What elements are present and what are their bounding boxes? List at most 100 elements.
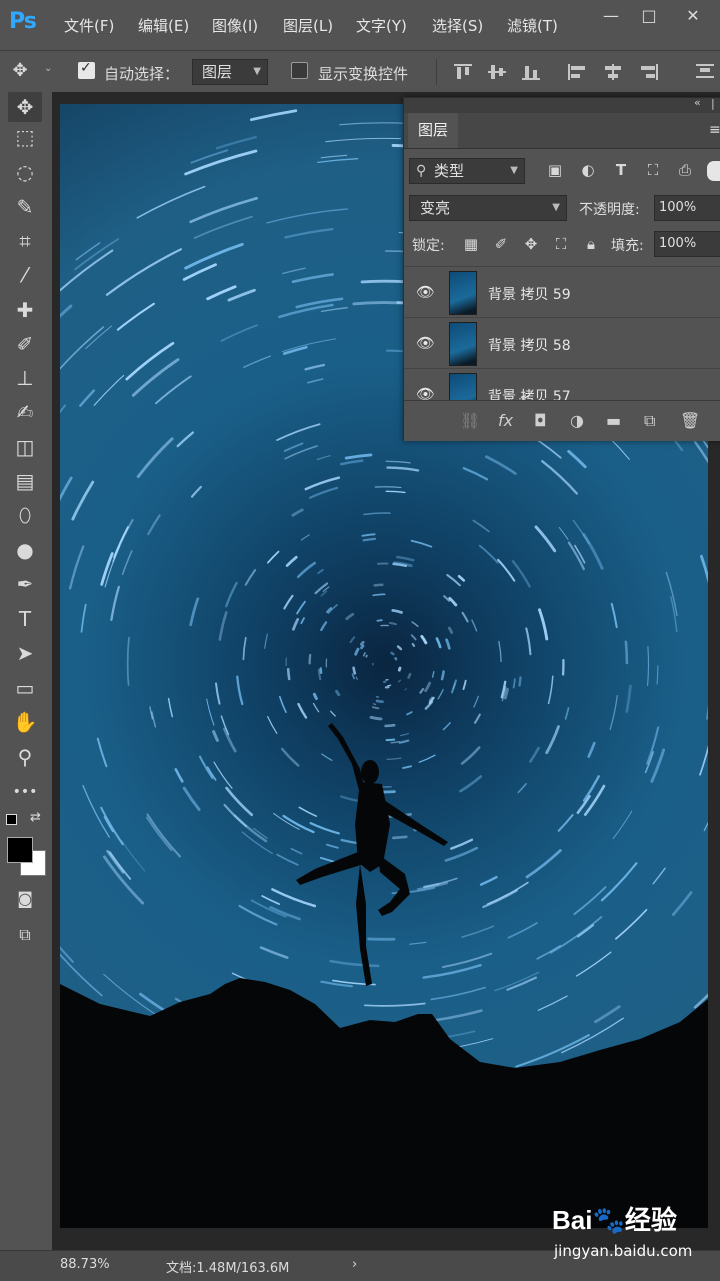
lock-transparent-icon[interactable]: ▦ bbox=[462, 236, 480, 252]
align-bottom-icon[interactable] bbox=[522, 64, 540, 80]
blend-mode-dropdown[interactable]: 变亮 ▼ bbox=[409, 195, 567, 221]
marquee-tool[interactable]: ⬚ bbox=[8, 122, 42, 152]
path-select-tool[interactable]: ➤ bbox=[8, 638, 42, 668]
watermark-url: jingyan.baidu.com bbox=[554, 1242, 692, 1260]
gradient-tool[interactable]: ▤ bbox=[8, 466, 42, 496]
filter-adjustment-icon[interactable]: ◐ bbox=[579, 162, 597, 178]
move-icon: ✥ bbox=[17, 95, 34, 119]
align-top-icon[interactable] bbox=[454, 64, 472, 80]
lock-all-icon[interactable]: 🔒︎ bbox=[582, 236, 600, 252]
menu-type[interactable]: 文字(Y) bbox=[356, 15, 407, 36]
auto-select-checkbox[interactable] bbox=[78, 62, 95, 79]
fill-input[interactable]: 100% bbox=[654, 231, 720, 257]
lock-position-icon[interactable]: ✥ bbox=[522, 236, 540, 252]
layer-row[interactable]: 👁︎ 背景 拷贝 58 bbox=[404, 317, 720, 368]
move-tool[interactable]: ✥ bbox=[8, 92, 42, 122]
distribute-top-icon[interactable] bbox=[696, 64, 714, 80]
show-transform-checkbox[interactable] bbox=[291, 62, 308, 79]
stamp-tool[interactable]: ⊥ bbox=[8, 363, 42, 393]
zoom-tool[interactable]: ⚲ bbox=[8, 742, 42, 772]
close-button[interactable]: ✕ bbox=[674, 4, 712, 28]
opacity-input[interactable]: 100% bbox=[654, 195, 720, 221]
screen-mode-button[interactable]: ⧉ bbox=[8, 920, 42, 950]
menu-edit[interactable]: 编辑(E) bbox=[138, 15, 189, 36]
zoom-icon: ⚲ bbox=[18, 745, 33, 769]
filter-pixel-icon[interactable]: ▣ bbox=[546, 162, 564, 178]
adjustment-layer-icon[interactable]: ◑ bbox=[570, 411, 584, 430]
filter-smart-object-icon[interactable]: ⎙ bbox=[676, 162, 694, 178]
opacity-label: 不透明度: bbox=[579, 199, 640, 219]
eye-icon[interactable]: 👁︎ bbox=[416, 334, 435, 352]
layer-name: 背景 拷贝 57 bbox=[488, 386, 571, 400]
swap-colors-icon[interactable]: ⇄ bbox=[30, 810, 41, 825]
link-layers-icon[interactable]: ⛓ bbox=[460, 411, 480, 430]
eraser-tool[interactable]: ◫ bbox=[8, 432, 42, 462]
menu-layer[interactable]: 图层(L) bbox=[283, 15, 333, 36]
align-left-icon[interactable] bbox=[568, 64, 586, 80]
preset-chevron-icon[interactable]: ⌄ bbox=[44, 63, 52, 74]
default-colors-icon[interactable] bbox=[6, 814, 17, 825]
layers-list: 👁︎ 背景 拷贝 59 👁︎ 背景 拷贝 58 👁︎ 背景 拷贝 57 ☝ bbox=[404, 266, 720, 400]
filter-shape-icon[interactable]: ⛶ bbox=[644, 162, 662, 178]
filter-row: ⚲ 类型 ▼ ▣ ◐ T ⛶ ⎙ bbox=[404, 155, 720, 189]
menu-select[interactable]: 选择(S) bbox=[432, 15, 483, 36]
new-group-icon[interactable]: ▬ bbox=[606, 411, 621, 430]
lasso-icon: ◌ bbox=[16, 160, 33, 184]
eraser-icon: ◫ bbox=[16, 435, 35, 459]
menu-file[interactable]: 文件(F) bbox=[64, 15, 114, 36]
tab-layers[interactable]: 图层 bbox=[408, 113, 458, 148]
brush-tool[interactable]: ✐ bbox=[8, 329, 42, 359]
filter-toggle-switch[interactable] bbox=[707, 161, 720, 181]
panel-menu-icon[interactable]: ≡ bbox=[709, 122, 720, 138]
path-select-icon: ➤ bbox=[17, 641, 34, 665]
rectangle-tool[interactable]: ▭ bbox=[8, 673, 42, 703]
menu-filter[interactable]: 滤镜(T) bbox=[507, 15, 558, 36]
align-right-icon[interactable] bbox=[640, 64, 658, 80]
lock-artboard-icon[interactable]: ⛶ bbox=[552, 236, 570, 252]
panel-tab-bar: 图层 ≡ bbox=[404, 113, 720, 149]
eyedropper-icon: ⁄ bbox=[23, 263, 26, 287]
eye-icon[interactable]: 👁︎ bbox=[416, 385, 435, 400]
filter-type-icon[interactable]: T bbox=[612, 162, 630, 178]
quick-select-tool[interactable]: ✎ bbox=[8, 192, 42, 222]
show-transform-label: 显示变换控件 bbox=[318, 63, 408, 84]
status-menu-arrow-icon[interactable]: › bbox=[352, 1257, 357, 1272]
layer-row[interactable]: 👁︎ 背景 拷贝 59 bbox=[404, 266, 720, 317]
quick-mask-button[interactable]: ◙ bbox=[8, 884, 42, 914]
align-vcenter-icon[interactable] bbox=[488, 64, 506, 80]
crop-tool[interactable]: ⌗ bbox=[8, 226, 42, 256]
fx-icon[interactable]: fx bbox=[498, 411, 513, 430]
pen-icon: ✒ bbox=[17, 572, 34, 596]
type-icon: T bbox=[19, 607, 31, 631]
eyedropper-tool[interactable]: ⁄ bbox=[8, 260, 42, 290]
menu-image[interactable]: 图像(I) bbox=[212, 15, 258, 36]
layer-row[interactable]: 👁︎ 背景 拷贝 57 bbox=[404, 368, 720, 400]
history-brush-icon: ✍ bbox=[17, 400, 34, 424]
collapse-panel-icon[interactable]: « bbox=[694, 96, 701, 109]
lock-row: 锁定: ▦ ✐ ✥ ⛶ 🔒︎ 填充: 100% bbox=[404, 229, 720, 263]
pen-tool[interactable]: ✒ bbox=[8, 569, 42, 599]
filter-kind-value: 类型 bbox=[434, 162, 464, 180]
eye-icon[interactable]: 👁︎ bbox=[416, 283, 435, 301]
dodge-tool[interactable]: ● bbox=[8, 535, 42, 565]
maximize-button[interactable]: □ bbox=[630, 4, 668, 28]
lock-image-icon[interactable]: ✐ bbox=[492, 236, 510, 252]
delete-layer-icon[interactable]: 🗑︎ bbox=[680, 411, 700, 430]
marquee-icon: ⬚ bbox=[16, 125, 35, 149]
hand-tool[interactable]: ✋ bbox=[8, 707, 42, 737]
blur-tool[interactable]: ⬯ bbox=[8, 500, 42, 530]
filter-kind-dropdown[interactable]: ⚲ 类型 ▼ bbox=[409, 158, 525, 184]
auto-select-target-dropdown[interactable]: 图层 ▼ bbox=[192, 59, 268, 85]
foreground-color-swatch[interactable] bbox=[7, 837, 33, 863]
add-mask-icon[interactable]: ◘ bbox=[534, 411, 547, 430]
new-layer-icon[interactable]: ⧉ bbox=[644, 411, 655, 431]
type-tool[interactable]: T bbox=[8, 604, 42, 634]
move-tool-preset-icon[interactable]: ✥ bbox=[6, 56, 34, 86]
align-hcenter-icon[interactable] bbox=[604, 64, 622, 80]
healing-tool[interactable]: ✚ bbox=[8, 295, 42, 325]
history-brush-tool[interactable]: ✍ bbox=[8, 397, 42, 427]
lasso-tool[interactable]: ◌ bbox=[8, 157, 42, 187]
zoom-level[interactable]: 88.73% bbox=[60, 1257, 110, 1272]
minimize-button[interactable]: — bbox=[592, 4, 630, 28]
more-tools[interactable]: ••• bbox=[8, 777, 42, 807]
